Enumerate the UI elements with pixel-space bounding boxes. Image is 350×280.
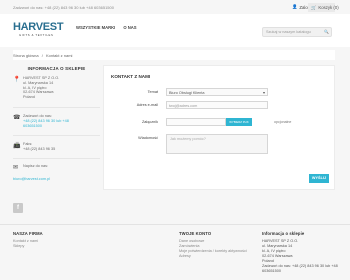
breadcrumb: Strona główna / Kontakt z nami [13,50,335,60]
divider [13,135,100,136]
email-label: Napisz do nas: [23,164,49,168]
search-input[interactable]: Szukaj w naszym katalogu 🔍 [262,27,332,37]
phone-link[interactable]: 603651500 [23,124,69,129]
cart-label: Koszyk (0) [318,5,339,10]
message-label: Wiadomość [138,135,158,140]
cart-button[interactable]: 🛒 Koszyk (0) [308,3,339,12]
store-info-sidebar: INFORMACJA O SKLEPIE 📍 HARVEST SP Z O.O.… [13,60,100,190]
send-button[interactable]: WYŚLIJ [309,174,329,183]
subject-select[interactable]: Biuro Obsługi Klienta ▾ [166,88,268,96]
cart-icon: 🛒 [311,4,317,10]
contact-form-title: KONTAKT Z NAMI [111,74,151,79]
footer-heading: NASZA FIRMA [13,231,43,236]
message-placeholder: Jak możemy pomóc? [170,137,206,141]
fax-icon: 📠 [13,143,21,149]
breadcrumb-current[interactable]: Kontakt z nami [46,53,72,58]
email-placeholder: twoj@adres.com [169,103,198,108]
user-icon: 👤 [292,4,298,9]
optional-note: opcjonalne [274,119,292,124]
footer-link[interactable]: Adresy [179,254,247,259]
envelope-icon: ✉ [13,165,19,171]
attachment-field[interactable] [166,118,226,126]
message-textarea[interactable]: Jak możemy pomóc? [166,134,268,154]
email-block: ✉ Napisz do nas: [13,164,48,171]
search-icon[interactable]: 🔍 [324,29,329,34]
footer-link[interactable]: Sklepy [13,244,43,249]
top-phone-text: Zadzwoń do nas: +48 (22) 843 96 30 lub +… [13,5,114,10]
main-nav: WSZYSTKIE MARKI O NAS [76,25,137,30]
footer-col-company: NASZA FIRMA Kontakt z nami Sklepy [13,231,43,249]
divider [13,158,100,159]
subject-label: Temat [147,89,158,94]
map-pin-icon: 📍 [13,77,21,83]
breadcrumb-home[interactable]: Strona główna [13,53,39,58]
nav-item-all-brands[interactable]: WSZYSTKIE MARKI [76,25,115,30]
logo-subtitle: GIFTS & TEXTILES [19,33,54,37]
phone-icon: ☎ [13,115,21,121]
fax-block: 📠 Faks: +48 (22) 843 96 35 [13,142,55,152]
phone-block: ☎ Zadzwoń do nas: +48 (22) 843 96 30 lub… [13,114,69,128]
footer-heading: Informacja o sklepie [262,231,305,236]
facebook-icon[interactable]: f [13,203,23,213]
choose-file-button[interactable]: WYBIERZ PLIK [226,118,252,126]
logo[interactable]: HARVEST GIFTS & TEXTILES [13,21,64,38]
nav-item-about-us[interactable]: O NAS [123,25,136,30]
subject-value: Biuro Obsługi Klienta [169,90,205,95]
contact-form: KONTAKT Z NAMI Temat Biuro Obsługi Klien… [103,65,335,190]
chevron-down-icon: ▾ [262,90,265,95]
footer-col-account: TWOJE KONTO Dane osobowe Zamówienia Moje… [179,231,247,259]
footer-col-store-info: Informacja o sklepie HARVEST SP Z O.O. u… [262,231,340,273]
attachment-label: Załącznik [141,119,158,124]
footer-heading: TWOJE KONTO [179,231,212,236]
phone-link[interactable]: +48 (22) 843 96 30 lub +48 [23,119,69,124]
email-link[interactable]: biuro@harvest.com.pl [13,177,50,182]
address-block: 📍 HARVEST SP Z O.O. ul. Marynarska 14 kl… [13,76,59,100]
email-field[interactable]: twoj@adres.com [166,101,268,109]
footer-phone-text: Zadzwoń do nas: +48 (22) 843 96 30 lub +… [262,264,338,273]
address-line: Poland [23,95,35,100]
search-placeholder: Szukaj w naszym katalogu [266,30,311,34]
email-field-label: Adres e-mail [136,102,158,107]
fax-number: +48 (22) 843 96 35 [23,146,56,151]
divider [13,107,100,108]
breadcrumb-separator: / [41,52,43,58]
footer-divider [0,224,350,225]
header: HARVEST GIFTS & TEXTILES WSZYSTKIE MARKI… [0,14,350,47]
logo-name: HARVEST [13,21,64,33]
sidebar-title: INFORMACJA O SKLEPIE [27,66,86,71]
top-bar: Zadzwoń do nas: +48 (22) 843 96 30 lub +… [0,0,350,14]
